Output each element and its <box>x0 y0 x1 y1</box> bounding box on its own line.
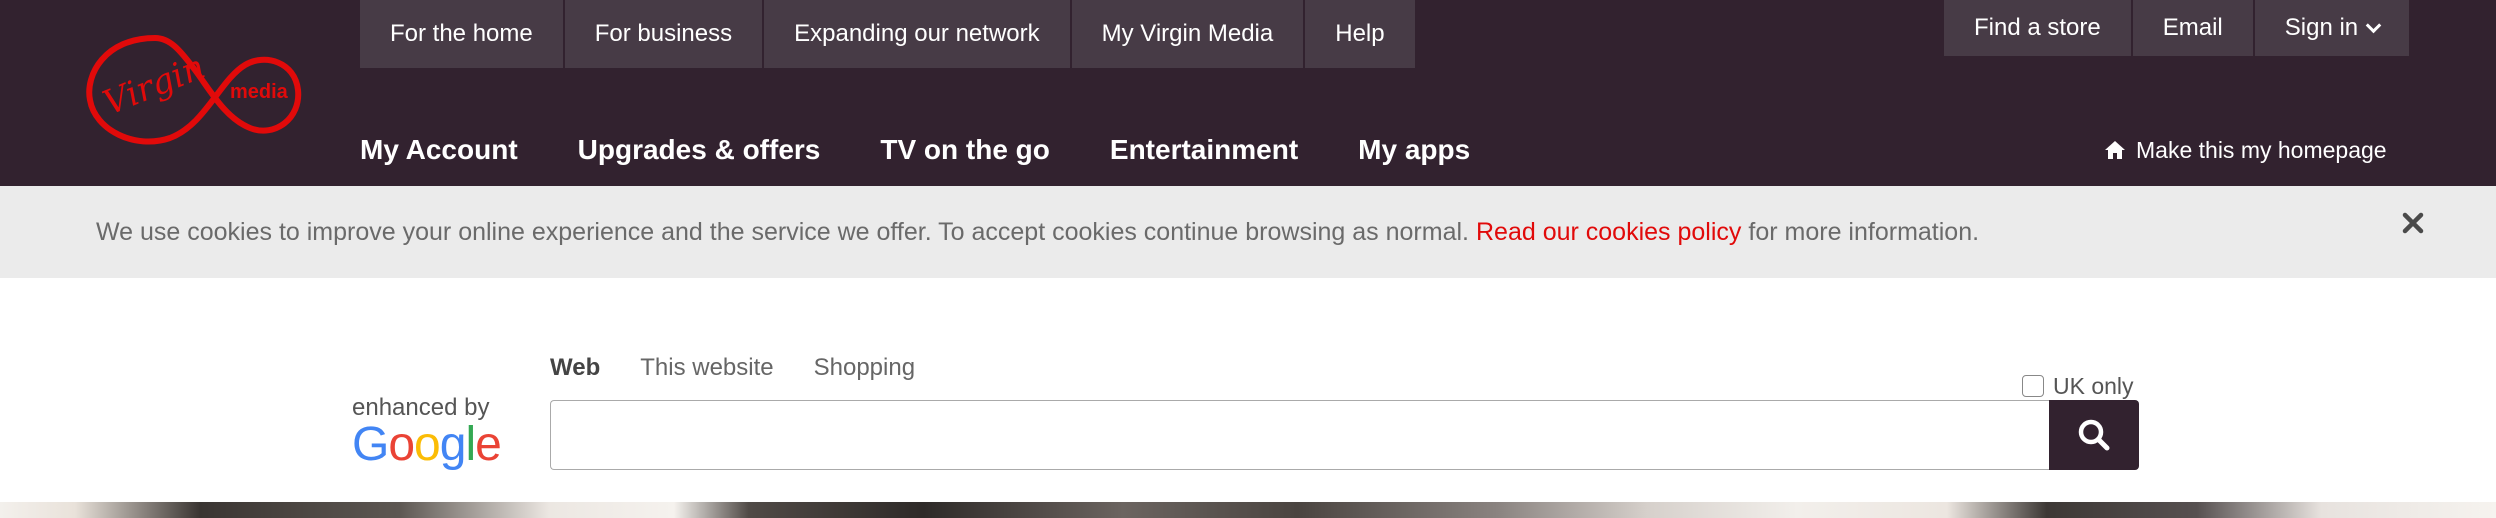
cookie-text-end: for more information. <box>1748 217 1980 246</box>
sign-in-label: Sign in <box>2284 14 2359 41</box>
virgin-media-logo[interactable]: Virgin media <box>80 20 305 160</box>
mainnav-my-apps[interactable]: My apps <box>1358 134 1470 166</box>
topnav-for-business[interactable]: For business <box>564 0 763 68</box>
main-navigation: My Account Upgrades & offers TV on the g… <box>360 128 1530 172</box>
mainnav-upgrades-offers[interactable]: Upgrades & offers <box>578 134 821 166</box>
search-icon <box>2078 419 2110 451</box>
find-a-store-link[interactable]: Find a store <box>1944 0 2131 56</box>
cookie-banner: We use cookies to improve your online ex… <box>0 186 2496 278</box>
google-logo: Google <box>352 421 502 469</box>
mainnav-entertainment[interactable]: Entertainment <box>1110 134 1298 166</box>
email-link[interactable]: Email <box>2132 0 2253 56</box>
topnav-for-the-home[interactable]: For the home <box>360 0 563 68</box>
mainnav-my-account[interactable]: My Account <box>360 134 518 166</box>
make-homepage-label: Make this my homepage <box>2136 136 2387 163</box>
uk-only-option[interactable]: UK only <box>2022 372 2134 400</box>
uk-only-checkbox[interactable] <box>2022 375 2044 397</box>
google-logo-letter: o <box>388 418 415 471</box>
cookies-policy-link[interactable]: Read our cookies policy <box>1476 218 1741 247</box>
tab-shopping[interactable]: Shopping <box>814 354 915 382</box>
cookie-text: We use cookies to improve your online ex… <box>96 217 1469 246</box>
google-branding: enhanced by Google <box>352 395 502 469</box>
chevron-down-icon <box>2365 17 2382 33</box>
close-icon[interactable] <box>2402 212 2424 234</box>
search-tabs: Web This website Shopping <box>550 352 955 384</box>
tab-web[interactable]: Web <box>550 354 600 382</box>
search-input[interactable] <box>550 400 2050 470</box>
make-homepage-link[interactable]: Make this my homepage <box>2104 134 2387 166</box>
top-navigation: For the home For business Expanding our … <box>360 0 1417 68</box>
google-logo-letter: e <box>475 418 502 471</box>
hero-image-strip <box>0 502 2496 518</box>
uk-only-label: UK only <box>2053 372 2134 399</box>
google-logo-letter: g <box>439 418 467 471</box>
utility-navigation: Find a store Email Sign in <box>1942 0 2410 56</box>
tab-this-website[interactable]: This website <box>640 354 773 382</box>
mainnav-tv-on-the-go[interactable]: TV on the go <box>880 134 1050 166</box>
search-button[interactable] <box>2049 400 2139 470</box>
topnav-help[interactable]: Help <box>1305 0 1415 68</box>
google-logo-letter: o <box>414 418 441 471</box>
svg-text:media: media <box>230 81 289 103</box>
google-logo-letter: l <box>465 418 476 471</box>
topnav-my-virgin-media[interactable]: My Virgin Media <box>1071 0 1304 68</box>
home-icon <box>2105 141 2125 159</box>
cookie-message: We use cookies to improve your online ex… <box>96 186 1979 278</box>
site-header: Virgin media For the home For business E… <box>0 0 2496 186</box>
sign-in-button[interactable]: Sign in <box>2254 0 2410 56</box>
google-logo-letter: G <box>352 418 389 471</box>
svg-text:Virgin: Virgin <box>98 47 211 124</box>
topnav-expanding-network[interactable]: Expanding our network <box>764 0 1070 68</box>
